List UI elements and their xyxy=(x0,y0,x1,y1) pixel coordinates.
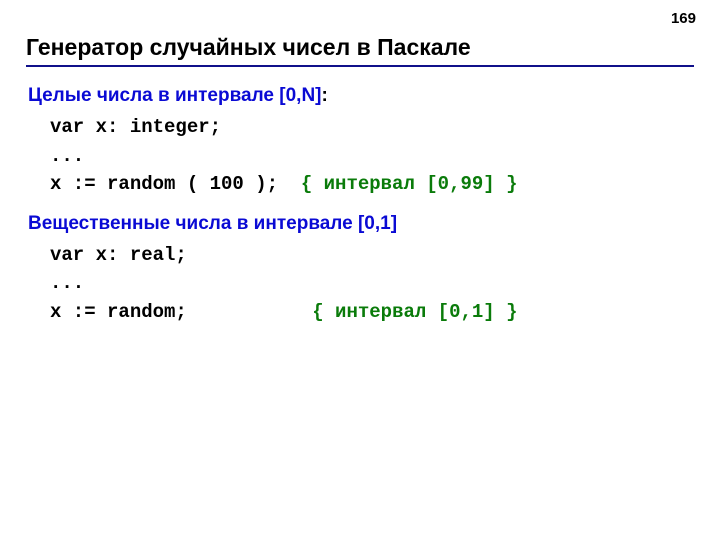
code-line: var x: integer; xyxy=(50,116,221,138)
code-line: ... xyxy=(50,272,84,294)
section2-code: var x: real; ... x := random; { интервал… xyxy=(50,241,694,327)
code-line: x := random; xyxy=(50,301,312,323)
section2-heading: Вещественные числа в интервале [0,1] xyxy=(28,213,694,235)
page-number: 169 xyxy=(671,10,696,27)
code-line: var x: real; xyxy=(50,244,187,266)
section1-heading: Целые числа в интервале [0,N]: xyxy=(28,85,694,107)
title-underline xyxy=(26,65,694,67)
code-line: ... xyxy=(50,145,84,167)
code-line: x := random ( 100 ); xyxy=(50,173,301,195)
page-title: Генератор случайных чисел в Паскале xyxy=(26,34,694,61)
section1-heading-text: Целые числа в интервале [0,N] xyxy=(28,85,322,106)
code-comment: { интервал [0,99] } xyxy=(301,173,518,195)
section1-code: var x: integer; ... x := random ( 100 );… xyxy=(50,113,694,199)
section1-colon: : xyxy=(322,85,328,106)
code-comment: { интервал [0,1] } xyxy=(312,301,517,323)
